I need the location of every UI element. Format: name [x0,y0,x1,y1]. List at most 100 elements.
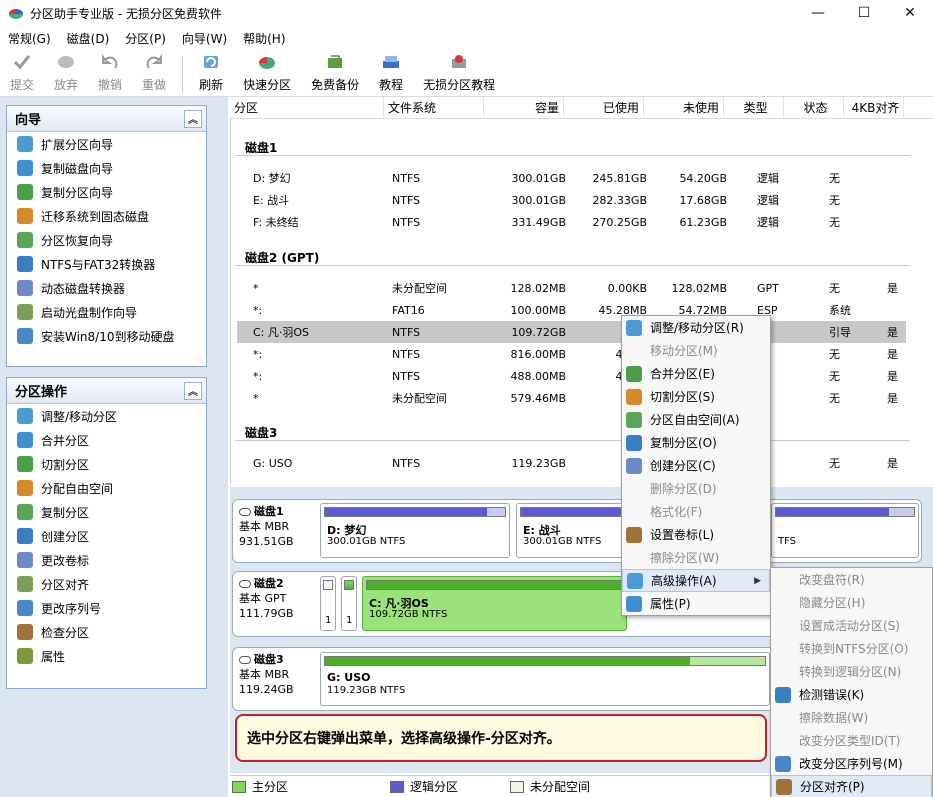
context-menu-item[interactable]: 调整/移动分区(R) [622,316,770,339]
undo-button[interactable]: 撤销 [88,51,132,97]
partition-block[interactable]: D: 梦幻 300.01GB NTFS [320,503,510,558]
table-cell: 无 [829,216,840,229]
ops-item[interactable]: 属性 [7,644,206,668]
wizard-item[interactable]: 动态磁盘转换器 [7,276,206,300]
context-menu-item[interactable]: 属性(P) [622,592,770,615]
disk-size: 931.51GB [239,535,294,548]
col-filesystem[interactable]: 文件系统 [384,97,484,119]
ops-item-label: 更改卷标 [41,553,90,568]
submenu-item[interactable]: 检测错误(K) [771,683,932,706]
ops-item[interactable]: 调整/移动分区 [7,404,206,428]
context-menu-item-label: 创建分区(C) [650,459,716,473]
table-row[interactable]: C: 凡·羽OSNTFS109.72GB93.9T引导是 [237,321,906,343]
wizard-item[interactable]: NTFS与FAT32转换器 [7,252,206,276]
partition-block[interactable]: G: USO 119.23GB NTFS [320,652,770,706]
col-status[interactable]: 状态 [784,97,844,119]
quick-partition-button[interactable]: 快速分区 [233,51,301,97]
wizard-item[interactable]: 扩展分区向导 [7,132,206,156]
ops-item[interactable]: 合并分区 [7,428,206,452]
context-menu-item[interactable]: 创建分区(C) [622,454,770,477]
wizard-item[interactable]: 复制分区向导 [7,180,206,204]
wizard-item[interactable]: 迁移系统到固态磁盘 [7,204,206,228]
col-type[interactable]: 类型 [724,97,784,119]
minimize-button[interactable]: — [795,0,841,26]
tutorial-button[interactable]: 教程 [369,51,413,97]
context-menu-item[interactable]: 合并分区(E) [622,362,770,385]
disk-name: 磁盘3 [254,653,284,666]
wizard-item[interactable]: 启动光盘制作向导 [7,300,206,324]
menu-help[interactable]: 帮助(H) [235,30,293,47]
menu-general[interactable]: 常规(G) [0,30,59,47]
context-menu-item-label: 调整/移动分区(R) [650,321,744,335]
submenu-item-label: 改变分区序列号(M) [799,757,903,771]
free-backup-button[interactable]: 免费备份 [301,51,369,97]
table-row[interactable]: F: 未终结 NTFS 331.49GB 270.25GB 61.23GB 逻辑 无 [237,211,906,233]
refresh-button[interactable]: 刷新 [189,51,233,97]
ops-item[interactable]: 切割分区 [7,452,206,476]
ops-item[interactable]: 分配自由空间 [7,476,206,500]
menu-partition[interactable]: 分区(P) [117,30,174,47]
partition-block[interactable]: 1 [320,576,336,631]
wizard-item[interactable]: 分区恢复向导 [7,228,206,252]
collapse-icon[interactable]: ︽ [184,381,202,400]
submenu-item[interactable]: 分区对齐(P) [771,775,932,797]
table-row[interactable]: *:NTFS488.00MB401.3T无是 [237,365,906,387]
ops-item[interactable]: 更改序列号 [7,596,206,620]
table-cell: 是 [887,348,898,361]
context-menu-item[interactable]: 切割分区(S) [622,385,770,408]
table-row[interactable]: E: 战斗 NTFS 300.01GB 282.33GB 17.68GB 逻辑 无 [237,189,906,211]
context-menu-item-label: 分区自由空间(A) [650,413,740,427]
partition-block[interactable]: C: 凡·羽OS 109.72GB NTFS [362,576,627,631]
context-menu-item[interactable]: 复制分区(O) [622,431,770,454]
ops-item[interactable]: 检查分区 [7,620,206,644]
ops-item-label: 更改序列号 [41,601,102,616]
col-used[interactable]: 已使用 [564,97,644,119]
context-menu-item-icon [626,457,642,474]
context-menu-item[interactable]: 高级操作(A) ▶ [622,569,770,592]
col-4k-align[interactable]: 4KB对齐 [844,97,904,119]
context-menu-item[interactable]: 设置卷标(L) [622,523,770,546]
menu-wizard[interactable]: 向导(W) [174,30,235,47]
table-row[interactable]: *未分配空间579.46MB0.0T无是 [237,387,906,409]
context-menu-item[interactable]: 分区自由空间(A) [622,408,770,431]
table-cell: 逻辑 [757,194,779,207]
wizard-item-label: 复制分区向导 [41,185,114,200]
table-cell: 54.20GB [679,171,727,185]
ops-panel-header[interactable]: 分区操作 ︽ [7,378,206,404]
table-row[interactable]: *: FAT16 100.00MB 45.28MB 54.72MB ESP 系统 [237,299,906,321]
discard-button[interactable]: 放弃 [44,51,88,97]
table-row[interactable]: * 未分配空间 128.02MB 0.00KB 128.02MB GPT 无 是 [237,277,906,299]
submenu-item[interactable]: 改变分区序列号(M) [771,752,932,775]
table-cell: G: USO [253,456,293,470]
table-row[interactable]: D: 梦幻 NTFS 300.01GB 245.81GB 54.20GB 逻辑 无 [237,167,906,189]
context-menu: 调整/移动分区(R) 移动分区(M) 合并分区(E) 切割分区(S) 分区自由空间(A)… [621,315,771,616]
commit-button[interactable]: 提交 [0,51,44,97]
menu-disk[interactable]: 磁盘(D) [59,30,118,47]
col-partition[interactable]: 分区 [230,97,384,119]
wizard-item[interactable]: 安装Win8/10到移动硬盘 [7,324,206,348]
redo-button[interactable]: 重做 [132,51,176,97]
col-unused[interactable]: 未使用 [644,97,724,119]
context-menu-item-icon [626,595,642,612]
col-capacity[interactable]: 容量 [484,97,564,119]
ops-item[interactable]: 更改卷标 [7,548,206,572]
disk-map-row[interactable]: 磁盘1 基本 MBR 931.51GB D: 梦幻 300.01GB NTFS … [232,499,922,563]
partition-block[interactable]: E: 战斗 300.01GB NTFS [516,503,636,558]
wizard-item-label: 安装Win8/10到移动硬盘 [41,329,175,344]
submenu-item: 擦除数据(W) [771,706,932,729]
partition-block[interactable]: 1 [341,576,357,631]
maximize-button[interactable]: ☐ [841,0,887,26]
table-row[interactable]: *:NTFS816.00MB465.7T无是 [237,343,906,365]
lossless-tutorial-button[interactable]: 无损分区教程 [413,51,505,97]
context-menu-item-label: 删除分区(D) [650,482,717,496]
wizard-panel-header[interactable]: 向导 ︽ [7,106,206,132]
wizard-item[interactable]: 复制磁盘向导 [7,156,206,180]
advanced-submenu: 改变盘符(R) 隐藏分区(H) 设置成活动分区(S) 转换到NTFS分区(O) 转换到逻… [770,567,933,797]
table-row[interactable]: G: USONTFS119.23GB98.4无是 [237,452,906,474]
ops-item[interactable]: 分区对齐 [7,572,206,596]
partition-block[interactable]: TFS [771,503,919,558]
close-button[interactable]: ✕ [887,0,933,26]
ops-item[interactable]: 创建分区 [7,524,206,548]
collapse-icon[interactable]: ︽ [184,109,202,128]
ops-item[interactable]: 复制分区 [7,500,206,524]
